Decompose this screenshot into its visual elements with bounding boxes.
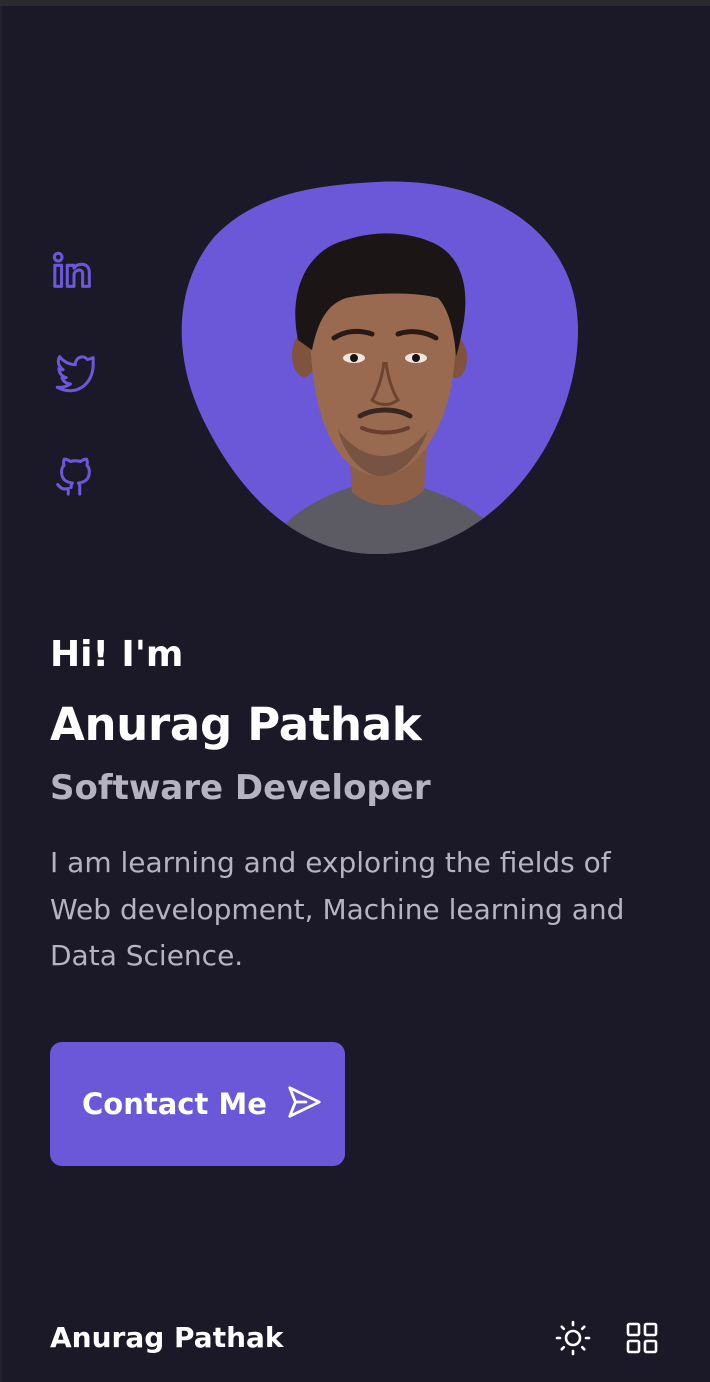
twitter-icon — [51, 349, 97, 399]
contact-me-label: Contact Me — [82, 1087, 267, 1121]
window-top-bar — [0, 0, 710, 6]
contact-me-button[interactable]: Contact Me — [50, 1042, 345, 1166]
greeting-text: Hi! I'm — [50, 634, 184, 675]
twitter-link[interactable] — [50, 350, 98, 398]
github-link[interactable] — [50, 453, 98, 501]
hero-description: I am learning and exploring the fields o… — [50, 846, 625, 972]
grid-menu-icon — [624, 1322, 660, 1360]
hero-role: Software Developer — [50, 768, 431, 808]
github-icon — [51, 452, 97, 502]
profile-photo — [176, 180, 580, 556]
frame-edge — [0, 6, 2, 1382]
hero-name: Anurag Pathak — [50, 698, 422, 751]
send-icon — [267, 1083, 323, 1125]
theme-toggle-button[interactable] — [555, 1320, 591, 1356]
footer-brand[interactable]: Anurag Pathak — [50, 1318, 284, 1358]
linkedin-icon — [51, 249, 97, 299]
linkedin-link[interactable] — [50, 250, 98, 298]
menu-button[interactable] — [624, 1320, 660, 1356]
sun-icon — [555, 1320, 591, 1360]
